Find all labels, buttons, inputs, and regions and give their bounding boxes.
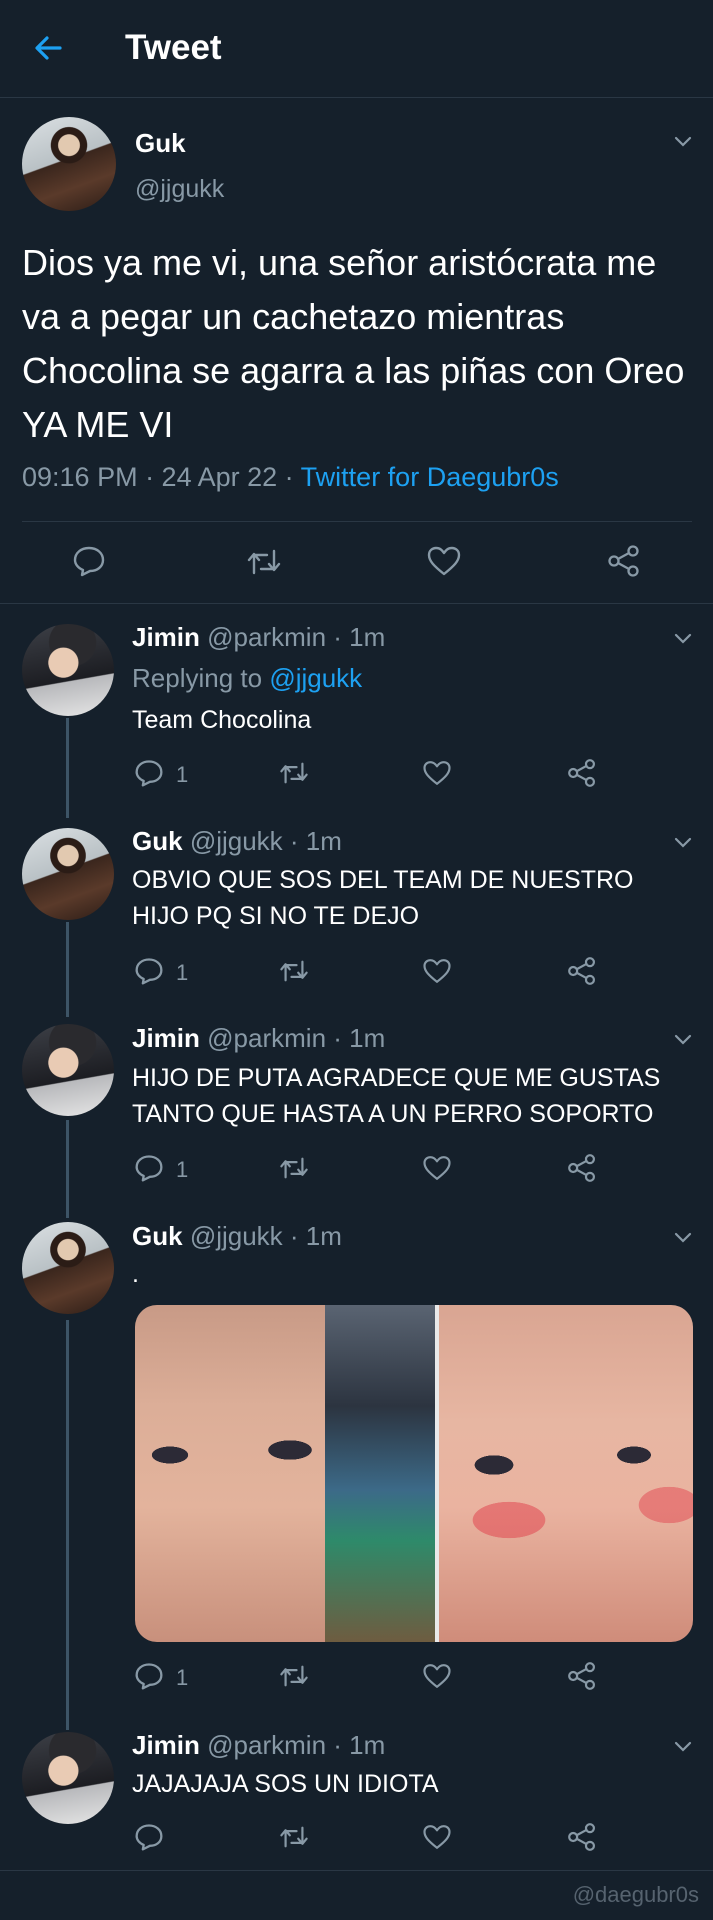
- reply-icon[interactable]: [134, 1153, 164, 1183]
- avatar[interactable]: [22, 624, 114, 716]
- author-name[interactable]: Guk: [135, 128, 186, 159]
- share-icon[interactable]: [567, 1661, 597, 1691]
- author-meta: @parkmin · 1m: [207, 1023, 386, 1053]
- retweet-icon[interactable]: [278, 1661, 310, 1691]
- thread-line: [66, 1120, 69, 1218]
- reply-count: 1: [176, 1665, 189, 1690]
- author-meta: @parkmin · 1m: [207, 1730, 386, 1760]
- author-handle[interactable]: @jjgukk: [135, 175, 224, 204]
- chevron-down-icon[interactable]: [673, 832, 693, 852]
- reply-icon[interactable]: [134, 1661, 164, 1691]
- reply-count: 1: [176, 960, 189, 985]
- author-name[interactable]: Jimin: [132, 622, 200, 652]
- like-icon[interactable]: [422, 1662, 452, 1690]
- chevron-down-icon[interactable]: [673, 131, 693, 151]
- like-icon[interactable]: [422, 1154, 452, 1182]
- retweet-icon[interactable]: [278, 956, 310, 986]
- author-name[interactable]: Jimin: [132, 1023, 200, 1053]
- image-background: [325, 1305, 435, 1642]
- chevron-down-icon[interactable]: [673, 628, 693, 648]
- tweet-timestamp: 09:16 PM · 24 Apr 22 ·: [22, 462, 301, 492]
- replying-to: Replying to @jjgukk: [132, 663, 362, 694]
- avatar[interactable]: [22, 1732, 114, 1824]
- reply-text-line: HIJO DE PUTA AGRADECE QUE ME GUSTAS: [132, 1064, 661, 1092]
- share-icon[interactable]: [567, 956, 597, 986]
- avatar[interactable]: [22, 1222, 114, 1314]
- author-name[interactable]: Guk: [132, 1221, 183, 1251]
- like-icon[interactable]: [422, 759, 452, 787]
- image-right-face: [439, 1305, 693, 1642]
- reply-header: Jimin @parkmin · 1m: [132, 1023, 385, 1054]
- reply-text: .: [132, 1260, 139, 1288]
- replying-to-handle[interactable]: @jjgukk: [269, 663, 362, 693]
- divider: [22, 521, 692, 522]
- reply-icon[interactable]: [72, 544, 106, 578]
- author-meta: @jjgukk · 1m: [189, 1221, 342, 1251]
- tweet-meta: 09:16 PM · 24 Apr 22 · Twitter for Daegu…: [22, 462, 559, 493]
- like-icon[interactable]: [422, 957, 452, 985]
- retweet-icon[interactable]: [278, 758, 310, 788]
- reply-text: JAJAJAJA SOS UN IDIOTA: [132, 1770, 439, 1798]
- back-arrow-icon[interactable]: [30, 30, 66, 66]
- divider: [0, 1870, 713, 1871]
- reply-text-line: TANTO QUE HASTA A UN PERRO SOPORTO: [132, 1100, 654, 1128]
- avatar[interactable]: [22, 828, 114, 920]
- avatar[interactable]: [22, 117, 116, 211]
- share-icon[interactable]: [567, 758, 597, 788]
- retweet-icon[interactable]: [245, 545, 283, 579]
- retweet-icon[interactable]: [278, 1153, 310, 1183]
- page-title: Tweet: [125, 28, 222, 67]
- divider: [0, 603, 713, 604]
- reply-header: Guk @jjgukk · 1m: [132, 1221, 342, 1252]
- reply-header: Jimin @parkmin · 1m: [132, 622, 385, 653]
- thread-line: [66, 922, 69, 1017]
- top-bar: Tweet: [0, 0, 713, 98]
- author-name[interactable]: Jimin: [132, 1730, 200, 1760]
- chevron-down-icon[interactable]: [673, 1029, 693, 1049]
- chevron-down-icon[interactable]: [673, 1227, 693, 1247]
- like-icon[interactable]: [422, 1823, 452, 1851]
- reply-header: Guk @jjgukk · 1m: [132, 826, 342, 857]
- tweet-source-link[interactable]: Twitter for Daegubr0s: [301, 462, 559, 492]
- like-icon[interactable]: [426, 545, 462, 577]
- reply-icon[interactable]: [134, 758, 164, 788]
- retweet-icon[interactable]: [278, 1822, 310, 1852]
- thread-line: [66, 718, 69, 818]
- reply-header: Jimin @parkmin · 1m: [132, 1730, 385, 1761]
- avatar[interactable]: [22, 1024, 114, 1116]
- reply-icon[interactable]: [134, 1822, 164, 1852]
- attached-image[interactable]: [135, 1305, 693, 1642]
- watermark: @daegubr0s: [572, 1882, 699, 1907]
- share-icon[interactable]: [567, 1822, 597, 1852]
- reply-count: 1: [176, 1157, 189, 1182]
- replying-to-label: Replying to: [132, 663, 270, 693]
- reply-text: Team Chocolina: [132, 706, 312, 734]
- reply-icon[interactable]: [134, 956, 164, 986]
- share-icon[interactable]: [567, 1153, 597, 1183]
- reply-text-line: HIJO PQ SI NO TE DEJO: [132, 902, 420, 930]
- thread-line: [66, 1320, 69, 1730]
- author-meta: @parkmin · 1m: [207, 622, 386, 652]
- share-icon[interactable]: [607, 544, 641, 578]
- author-name[interactable]: Guk: [132, 826, 183, 856]
- chevron-down-icon[interactable]: [673, 1736, 693, 1756]
- tweet-text: Dios ya me vi, una señor aristócrata me …: [22, 242, 685, 445]
- reply-count: 1: [176, 762, 189, 787]
- author-meta: @jjgukk · 1m: [189, 826, 342, 856]
- reply-text-line: OBVIO QUE SOS DEL TEAM DE NUESTRO: [132, 866, 634, 894]
